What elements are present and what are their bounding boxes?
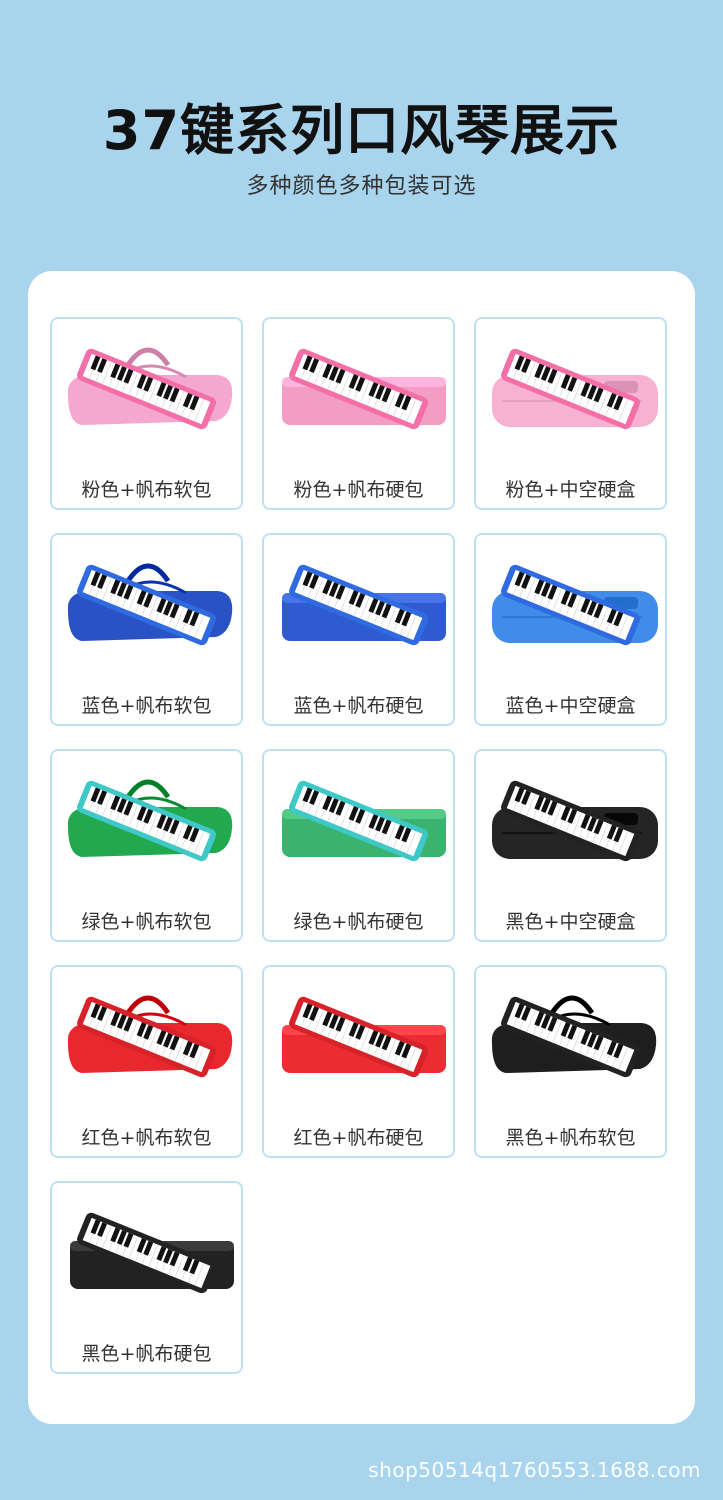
soft-bag-icon [67, 563, 233, 646]
product-card[interactable]: 黑色+中空硬盒 [474, 749, 667, 942]
product-label: 黑色+帆布硬包 [81, 1343, 212, 1365]
product-label: 绿色+帆布硬包 [293, 911, 424, 933]
hollow-box-icon [492, 564, 658, 646]
hard-bag-icon [282, 780, 446, 862]
page-title: 37键系列口风琴展示 [102, 99, 621, 162]
product-card[interactable]: 红色+帆布硬包 [262, 965, 455, 1158]
product-label: 粉色+帆布硬包 [293, 479, 424, 501]
hard-bag-icon [282, 564, 446, 646]
hollow-box-icon [492, 348, 658, 430]
product-card[interactable]: 绿色+帆布硬包 [262, 749, 455, 942]
product-card[interactable]: 绿色+帆布软包 [50, 749, 243, 942]
page-subtitle: 多种颜色多种包装可选 [246, 174, 477, 199]
soft-bag-icon [491, 995, 657, 1078]
product-label: 红色+帆布软包 [81, 1127, 212, 1149]
soft-bag-icon [67, 995, 233, 1078]
product-label: 绿色+帆布软包 [81, 911, 212, 933]
product-label: 红色+帆布硬包 [293, 1127, 424, 1149]
hollow-box-icon [492, 780, 658, 862]
product-card[interactable]: 粉色+帆布软包 [50, 317, 243, 510]
product-label: 蓝色+帆布软包 [81, 695, 212, 717]
product-label: 黑色+帆布软包 [505, 1127, 636, 1149]
hard-bag-icon [282, 348, 446, 430]
product-label: 粉色+帆布软包 [81, 479, 212, 501]
hard-bag-icon [282, 996, 446, 1078]
product-card[interactable]: 蓝色+中空硬盒 [474, 533, 667, 726]
hard-bag-icon [70, 1212, 234, 1294]
product-label: 蓝色+帆布硬包 [293, 695, 424, 717]
product-panel: 粉色+帆布软包 粉色+帆布硬包 粉色+中空硬盒蓝色+帆布软包 蓝色+帆布硬包 蓝色+中空… [28, 271, 695, 1424]
product-card[interactable]: 蓝色+帆布软包 [50, 533, 243, 726]
product-label: 粉色+中空硬盒 [505, 479, 636, 501]
product-card[interactable]: 粉色+中空硬盒 [474, 317, 667, 510]
product-card[interactable]: 蓝色+帆布硬包 [262, 533, 455, 726]
product-card[interactable]: 粉色+帆布硬包 [262, 317, 455, 510]
shop-watermark: shop50514q1760553.1688.com [368, 1458, 701, 1482]
product-card[interactable]: 黑色+帆布软包 [474, 965, 667, 1158]
soft-bag-icon [67, 779, 233, 862]
soft-bag-icon [67, 347, 233, 430]
product-label: 黑色+中空硬盒 [505, 911, 636, 933]
product-label: 蓝色+中空硬盒 [505, 695, 636, 717]
product-card[interactable]: 红色+帆布软包 [50, 965, 243, 1158]
product-card[interactable]: 黑色+帆布硬包 [50, 1181, 243, 1374]
